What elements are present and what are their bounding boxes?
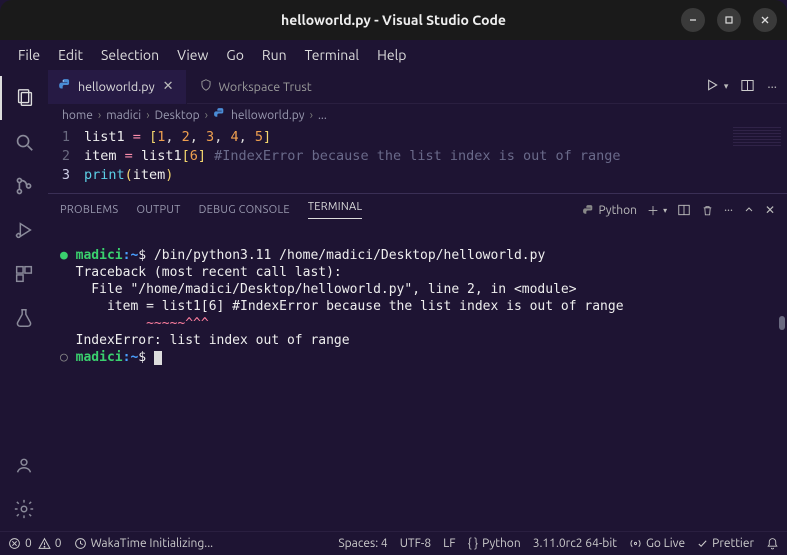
braces-icon: { } <box>468 537 479 550</box>
menu-file[interactable]: File <box>10 43 48 67</box>
line-number: 3 <box>48 166 84 185</box>
terminal-cursor <box>154 351 162 365</box>
chevron-right-icon: › <box>310 109 313 122</box>
code-line: 1 list1 = [1, 2, 3, 4, 5] <box>48 128 787 147</box>
status-python-version[interactable]: 3.11.0rc2 64-bit <box>533 537 617 550</box>
trust-label: Workspace Trust <box>219 80 312 94</box>
panel-tabs: PROBLEMS OUTPUT DEBUG CONSOLE TERMINAL P… <box>48 194 787 226</box>
warning-icon <box>38 537 51 550</box>
run-dropdown-icon[interactable]: ▾ <box>724 81 729 92</box>
status-errors[interactable]: 0 <box>8 537 32 550</box>
menu-terminal[interactable]: Terminal <box>297 43 368 67</box>
run-file-icon[interactable] <box>704 77 720 96</box>
error-icon <box>8 537 21 550</box>
new-terminal-icon[interactable]: ＋▾ <box>647 202 667 219</box>
crumb-user[interactable]: madici <box>106 109 141 122</box>
testing-icon[interactable] <box>0 296 48 340</box>
more-actions-icon[interactable]: ··· <box>767 80 777 94</box>
menu-edit[interactable]: Edit <box>50 43 91 67</box>
status-notifications-icon[interactable] <box>766 537 779 550</box>
crumb-tail[interactable]: ... <box>318 109 327 122</box>
chevron-right-icon: › <box>98 109 101 122</box>
crumb-home[interactable]: home <box>62 109 93 122</box>
minimap[interactable] <box>733 126 781 146</box>
tab-debug-console[interactable]: DEBUG CONSOLE <box>199 204 290 216</box>
status-wakatime[interactable]: WakaTime Initializing... <box>74 537 214 550</box>
shield-icon <box>199 78 213 95</box>
status-prettier[interactable]: Prettier <box>697 537 754 550</box>
status-spaces[interactable]: Spaces: 4 <box>338 537 387 550</box>
status-dot-icon: ● <box>60 248 68 263</box>
extensions-icon[interactable] <box>0 252 48 296</box>
status-encoding[interactable]: UTF-8 <box>400 537 431 550</box>
python-file-icon <box>213 107 226 123</box>
activitybar <box>0 70 48 531</box>
tab-close-icon[interactable]: ✕ <box>161 79 176 94</box>
chevron-right-icon: › <box>205 109 208 122</box>
settings-icon[interactable] <box>0 487 48 531</box>
split-terminal-icon[interactable] <box>677 203 691 217</box>
source-control-icon[interactable] <box>0 164 48 208</box>
tab-helloworld[interactable]: helloworld.py ✕ <box>48 70 187 104</box>
titlebar: helloworld.py - Visual Studio Code <box>0 0 787 40</box>
panel-maximize-icon[interactable] <box>743 204 755 216</box>
panel-more-icon[interactable]: ··· <box>724 204 733 217</box>
terminal[interactable]: ● madici:~$ /bin/python3.11 /home/madici… <box>48 226 787 531</box>
close-button[interactable] <box>753 8 777 32</box>
code-line: 3 print(item) <box>48 166 787 185</box>
crumb-file[interactable]: helloworld.py <box>231 109 305 122</box>
bottom-panel: PROBLEMS OUTPUT DEBUG CONSOLE TERMINAL P… <box>48 193 787 531</box>
maximize-button[interactable] <box>717 8 741 32</box>
kill-terminal-icon[interactable] <box>701 204 714 217</box>
tab-problems[interactable]: PROBLEMS <box>60 204 118 216</box>
status-eol[interactable]: LF <box>443 537 455 550</box>
window-title: helloworld.py - Visual Studio Code <box>281 12 506 28</box>
menubar: File Edit Selection View Go Run Terminal… <box>0 40 787 70</box>
workspace-trust[interactable]: Workspace Trust <box>187 78 324 95</box>
code-editor[interactable]: 1 list1 = [1, 2, 3, 4, 5] 2 item = list1… <box>48 126 787 193</box>
editor-tabbar: helloworld.py ✕ Workspace Trust ▾ ··· <box>48 70 787 104</box>
line-number: 2 <box>48 147 84 166</box>
breadcrumbs[interactable]: home › madici › Desktop › helloworld.py … <box>48 104 787 126</box>
code-line: 2 item = list1[6] #IndexError because th… <box>48 147 787 166</box>
chevron-right-icon: › <box>146 109 149 122</box>
tab-terminal[interactable]: TERMINAL <box>308 201 363 219</box>
minimize-button[interactable] <box>681 8 705 32</box>
menu-selection[interactable]: Selection <box>93 43 167 67</box>
menu-view[interactable]: View <box>169 43 216 67</box>
statusbar: 0 0 WakaTime Initializing... Spaces: 4 U… <box>0 531 787 555</box>
status-language[interactable]: { } Python <box>468 537 521 550</box>
terminal-scrollbar[interactable] <box>779 316 785 330</box>
line-number: 1 <box>48 128 84 147</box>
status-warnings[interactable]: 0 <box>38 537 62 550</box>
explorer-icon[interactable] <box>0 76 48 120</box>
menu-run[interactable]: Run <box>254 43 295 67</box>
window-controls <box>681 8 777 32</box>
python-icon <box>582 204 595 217</box>
menu-go[interactable]: Go <box>218 43 251 67</box>
python-file-icon <box>58 78 72 95</box>
broadcast-icon <box>629 537 642 550</box>
run-debug-icon[interactable] <box>0 208 48 252</box>
tab-output[interactable]: OUTPUT <box>136 204 180 216</box>
launcher-label: Python <box>599 204 638 217</box>
tab-label: helloworld.py <box>78 80 155 94</box>
split-editor-icon[interactable] <box>740 78 755 96</box>
status-golive[interactable]: Go Live <box>629 537 685 550</box>
check-icon <box>697 538 708 549</box>
terminal-launcher[interactable]: Python <box>582 204 638 217</box>
crumb-desktop[interactable]: Desktop <box>155 109 200 122</box>
panel-close-icon[interactable]: ✕ <box>765 203 775 217</box>
status-dot-icon: ○ <box>60 350 68 365</box>
search-icon[interactable] <box>0 120 48 164</box>
editor-actions: ▾ ··· <box>704 77 787 96</box>
menu-help[interactable]: Help <box>369 43 414 67</box>
clock-icon <box>74 537 87 550</box>
accounts-icon[interactable] <box>0 443 48 487</box>
